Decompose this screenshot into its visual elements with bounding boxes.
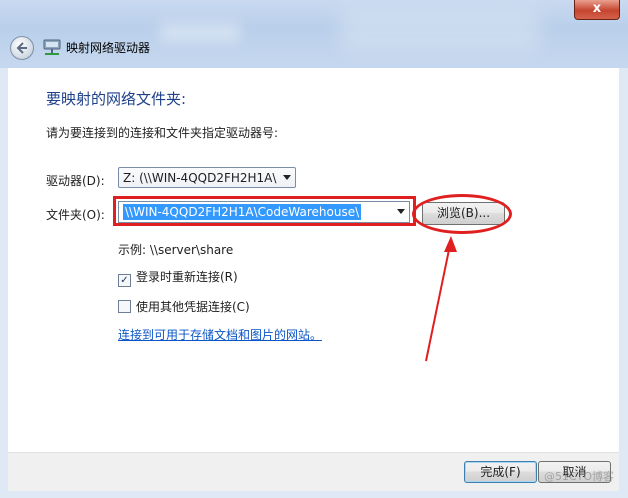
- window-title: 映射网络驱动器: [66, 41, 151, 55]
- example-text: 示例: \\server\share: [118, 243, 234, 257]
- reconnect-checkbox[interactable]: ✓: [118, 274, 131, 287]
- close-icon: x: [592, 1, 602, 16]
- button-bar: 完成(F) 取消: [8, 452, 619, 491]
- aero-glass-highlight: [160, 22, 240, 42]
- close-button[interactable]: x: [574, 0, 620, 20]
- aero-glass-highlight: [340, 10, 540, 50]
- reconnect-checkbox-row[interactable]: ✓ 登录时重新连接(R): [118, 268, 238, 287]
- annotation-arrow: [425, 236, 457, 362]
- reconnect-label: 登录时重新连接(R): [136, 270, 238, 284]
- watermark: @51CTO博客: [543, 470, 614, 483]
- dialog-content: 要映射的网络文件夹: 请为要连接到的连接和文件夹指定驱动器号: 驱动器(D): …: [8, 68, 619, 452]
- network-drive-icon: [43, 39, 61, 55]
- back-button[interactable]: [10, 36, 34, 60]
- website-link[interactable]: 连接到可用于存储文档和图片的网站。: [118, 326, 322, 343]
- other-credentials-label: 使用其他凭据连接(C): [136, 300, 250, 314]
- back-arrow-icon: [16, 42, 27, 54]
- other-credentials-checkbox[interactable]: [118, 300, 131, 313]
- finish-button[interactable]: 完成(F): [464, 461, 537, 483]
- title-bar: x 映射网络驱动器: [0, 0, 628, 68]
- other-credentials-checkbox-row[interactable]: 使用其他凭据连接(C): [118, 298, 250, 315]
